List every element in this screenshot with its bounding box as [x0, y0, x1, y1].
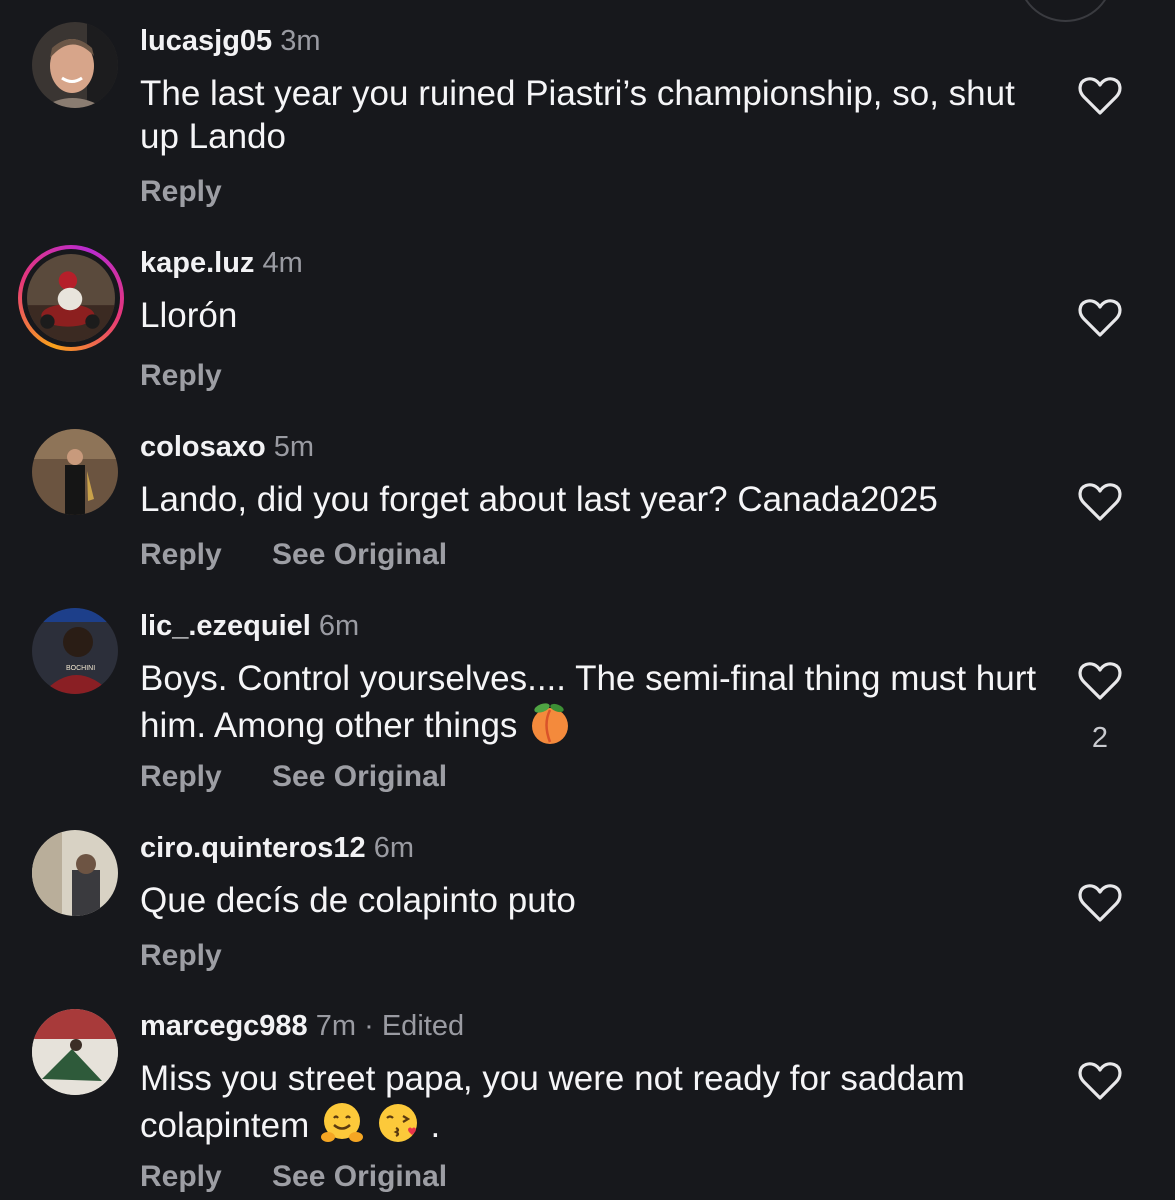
comment-actions: Reply See Original — [140, 1159, 447, 1195]
comment-text: Llorón — [140, 296, 238, 335]
username-link[interactable]: lic_.ezequiel — [140, 610, 311, 642]
comment-actions: Reply — [140, 174, 222, 210]
comment-meta: marcegc988 7m · Edited — [140, 1009, 464, 1043]
comment-trailing-text: . — [430, 1106, 441, 1145]
username-link[interactable]: colosaxo — [140, 431, 266, 463]
comment-text: Que decís de colapinto puto — [140, 881, 576, 920]
avatar[interactable] — [32, 22, 118, 108]
heart-outline-icon[interactable] — [1078, 482, 1122, 522]
comment-actions: Reply See Original — [140, 759, 447, 795]
username-link[interactable]: marcegc988 — [140, 1010, 308, 1042]
heart-outline-icon[interactable] — [1078, 883, 1122, 923]
comment-actions: Reply See Original — [140, 537, 447, 573]
reply-button[interactable]: Reply — [140, 537, 222, 573]
reply-button[interactable]: Reply — [140, 759, 222, 795]
comment-text: Miss you street papa, you were not ready… — [140, 1057, 1040, 1147]
hugging-face-emoji — [319, 1100, 365, 1146]
comment-text: The last year you ruined Piastri’s champ… — [140, 74, 1015, 156]
comment-actions: Reply — [140, 938, 222, 974]
reply-button[interactable]: Reply — [140, 938, 222, 974]
comment-meta: colosaxo 5m — [140, 430, 314, 464]
comment-timestamp: 7m — [315, 1010, 357, 1042]
comment-meta: lic_.ezequiel 6m — [140, 609, 359, 643]
partial-avatar-outline — [1018, 0, 1113, 22]
avatar[interactable] — [32, 830, 118, 916]
comment-text: Lando, did you forget about last year? C… — [140, 480, 938, 519]
comment-meta: ciro.quinteros12 6m — [140, 831, 414, 865]
avatar[interactable] — [32, 1009, 118, 1095]
like-count: 2 — [1091, 722, 1109, 754]
heart-outline-icon[interactable] — [1078, 661, 1122, 701]
username-link[interactable]: ciro.quinteros12 — [140, 832, 366, 864]
svg-text:BOCHINI: BOCHINI — [66, 665, 95, 672]
comment-text: Boys. Control yourselves.... The semi-fi… — [140, 657, 1040, 747]
edited-label: Edited — [381, 1010, 465, 1042]
comment-timestamp: 6m — [373, 832, 414, 864]
avatar-with-story-ring[interactable] — [18, 245, 124, 351]
comment-timestamp: 4m — [262, 247, 303, 279]
reply-button[interactable]: Reply — [140, 1159, 222, 1195]
avatar[interactable]: BOCHINI — [32, 608, 118, 694]
comment-actions: Reply — [140, 358, 222, 394]
see-original-button[interactable]: See Original — [272, 759, 447, 795]
see-original-button[interactable]: See Original — [272, 537, 447, 573]
comment-timestamp: 6m — [318, 610, 360, 642]
peach-emoji — [527, 700, 573, 746]
username-link[interactable]: lucasjg05 — [140, 25, 272, 57]
heart-outline-icon[interactable] — [1078, 298, 1122, 338]
comment-text-content: Miss you street papa, you were not ready… — [140, 1059, 965, 1145]
comment-timestamp: 3m — [280, 25, 321, 57]
heart-outline-icon[interactable] — [1078, 1061, 1122, 1101]
comment-meta: lucasjg05 3m — [140, 24, 321, 58]
avatar[interactable] — [32, 429, 118, 515]
reply-button[interactable]: Reply — [140, 358, 222, 394]
username-link[interactable]: kape.luz — [140, 247, 254, 279]
comment-meta: kape.luz 4m — [140, 246, 303, 280]
comment-text-content: Boys. Control yourselves.... The semi-fi… — [140, 659, 1037, 745]
see-original-button[interactable]: See Original — [272, 1159, 447, 1195]
meta-separator: · — [364, 1010, 374, 1042]
face-blowing-kiss-emoji — [375, 1100, 421, 1146]
reply-button[interactable]: Reply — [140, 174, 222, 210]
comment-timestamp: 5m — [273, 431, 315, 463]
heart-outline-icon[interactable] — [1078, 76, 1122, 116]
